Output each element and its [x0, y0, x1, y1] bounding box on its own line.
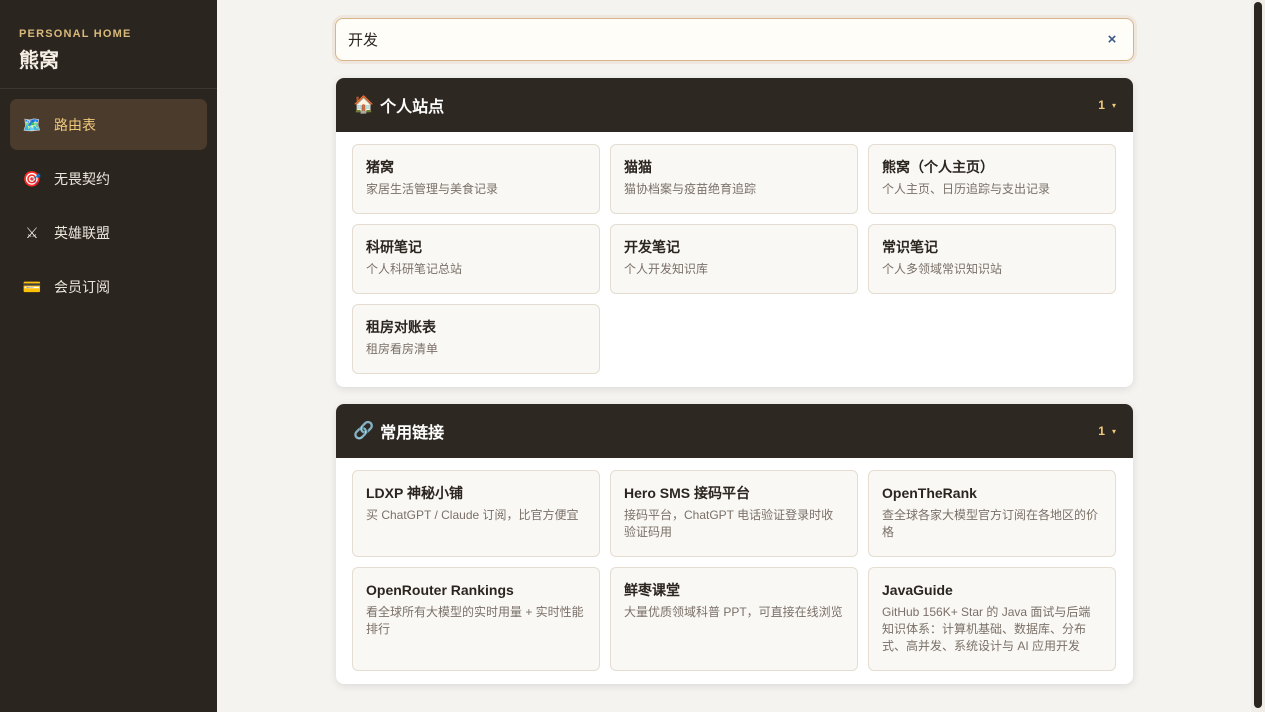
card-title: Hero SMS 接码平台 — [624, 485, 751, 501]
section-title: 个人站点 — [380, 99, 445, 116]
sidebar-nav: 🗺️ 路由表 🎯 无畏契约 ⚔ 英雄联盟 💳 会员订阅 — [0, 89, 217, 312]
card-title: 熊窝（个人主页） — [882, 159, 994, 175]
site-card[interactable]: 科研笔记 个人科研笔记总站 — [352, 224, 600, 294]
section-personal-sites: 🏠 个人站点 1 ▾ 猪窝 家居生活管理与美食记录 猫猫 猫协档案与疫苗绝育追踪… — [336, 78, 1133, 387]
caret-down-icon[interactable]: ▾ — [1112, 427, 1116, 436]
card-grid: 猪窝 家居生活管理与美食记录 猫猫 猫协档案与疫苗绝育追踪 熊窝（个人主页） 个… — [336, 132, 1133, 387]
target-icon: 🎯 — [22, 170, 42, 188]
link-icon: 🔗 — [353, 421, 375, 440]
scrollbar[interactable] — [1251, 0, 1265, 712]
search-box: × — [335, 18, 1134, 61]
link-card[interactable]: JavaGuide GitHub 156K+ Star 的 Java 面试与后端… — [868, 567, 1116, 671]
card-description: 个人科研笔记总站 — [366, 262, 463, 276]
section-title: 常用链接 — [380, 425, 445, 442]
link-card[interactable]: LDXP 神秘小铺 买 ChatGPT / Claude 订阅，比官方便宜 — [352, 470, 600, 557]
card-title: 租房对账表 — [366, 319, 436, 335]
card-title: 猫猫 — [624, 159, 652, 175]
card-description: 接码平台，ChatGPT 电话验证登录时收验证码用 — [624, 508, 834, 539]
brand-title: 熊窝 — [19, 50, 59, 72]
card-description: 看全球所有大模型的实时用量 + 实时性能排行 — [366, 605, 584, 636]
card-description: 猫协档案与疫苗绝育追踪 — [624, 182, 757, 196]
search-input[interactable] — [348, 31, 1103, 48]
site-card[interactable]: 猫猫 猫协档案与疫苗绝育追踪 — [610, 144, 858, 214]
main-content: × 🏠 个人站点 1 ▾ 猪窝 家居生活管理与美食记录 猫猫 猫协档案与疫苗绝育… — [217, 0, 1251, 712]
card-description: 个人多领域常识知识站 — [882, 262, 1003, 276]
scrollbar-thumb[interactable] — [1254, 2, 1262, 708]
map-icon: 🗺️ — [22, 116, 42, 134]
sidebar-item-valorant[interactable]: 🎯 无畏契约 — [10, 153, 207, 204]
sidebar-item-subscriptions[interactable]: 💳 会员订阅 — [10, 261, 207, 312]
card-description: 租房看房清单 — [366, 342, 439, 356]
card-description: 查全球各家大模型官方订阅在各地区的价格 — [882, 508, 1099, 539]
brand-subtitle: PERSONAL HOME — [19, 28, 132, 40]
card-grid: LDXP 神秘小铺 买 ChatGPT / Claude 订阅，比官方便宜 He… — [336, 458, 1133, 684]
card-title: JavaGuide — [882, 582, 953, 598]
card-description: 个人主页、日历追踪与支出记录 — [882, 182, 1051, 196]
sidebar-item-label: 会员订阅 — [54, 278, 110, 295]
card-title: 开发笔记 — [624, 239, 680, 255]
card-title: 科研笔记 — [366, 239, 422, 255]
link-card[interactable]: Hero SMS 接码平台 接码平台，ChatGPT 电话验证登录时收验证码用 — [610, 470, 858, 557]
site-card[interactable]: 常识笔记 个人多领域常识知识站 — [868, 224, 1116, 294]
section-count-badge: 1 — [1098, 98, 1105, 112]
house-icon: 🏠 — [353, 95, 375, 114]
card-title: 常识笔记 — [882, 239, 938, 255]
site-card[interactable]: 开发笔记 个人开发知识库 — [610, 224, 858, 294]
card-description: 家居生活管理与美食记录 — [366, 182, 499, 196]
sidebar-item-routes[interactable]: 🗺️ 路由表 — [10, 99, 207, 150]
card-title: 猪窝 — [366, 159, 394, 175]
section-header[interactable]: 🏠 个人站点 1 ▾ — [336, 78, 1133, 132]
section-count-badge: 1 — [1098, 424, 1105, 438]
card-title: 鲜枣课堂 — [624, 582, 680, 598]
link-card[interactable]: OpenRouter Rankings 看全球所有大模型的实时用量 + 实时性能… — [352, 567, 600, 671]
crossed-swords-icon: ⚔ — [25, 224, 39, 242]
card-description: 买 ChatGPT / Claude 订阅，比官方便宜 — [366, 508, 579, 522]
sidebar-item-label: 无畏契约 — [54, 170, 110, 187]
sidebar-item-lol[interactable]: ⚔ 英雄联盟 — [10, 207, 207, 258]
link-card[interactable]: OpenTheRank 查全球各家大模型官方订阅在各地区的价格 — [868, 470, 1116, 557]
site-card[interactable]: 猪窝 家居生活管理与美食记录 — [352, 144, 600, 214]
section-common-links: 🔗 常用链接 1 ▾ LDXP 神秘小铺 买 ChatGPT / Claude … — [336, 404, 1133, 684]
sidebar: PERSONAL HOME 熊窝 🗺️ 路由表 🎯 无畏契约 ⚔ 英雄联盟 💳 … — [0, 0, 217, 712]
caret-down-icon[interactable]: ▾ — [1112, 101, 1116, 110]
card-title: OpenRouter Rankings — [366, 582, 514, 598]
card-title: LDXP 神秘小铺 — [366, 485, 463, 501]
card-description: GitHub 156K+ Star 的 Java 面试与后端知识体系：计算机基础… — [882, 605, 1091, 653]
sidebar-item-label: 路由表 — [54, 116, 96, 133]
section-header[interactable]: 🔗 常用链接 1 ▾ — [336, 404, 1133, 458]
card-title: OpenTheRank — [882, 485, 977, 501]
card-description: 个人开发知识库 — [624, 262, 709, 276]
link-card[interactable]: 鲜枣课堂 大量优质领域科普 PPT，可直接在线浏览 — [610, 567, 858, 671]
card-description: 大量优质领域科普 PPT，可直接在线浏览 — [624, 605, 843, 619]
sidebar-item-label: 英雄联盟 — [54, 224, 110, 241]
site-card[interactable]: 熊窝（个人主页） 个人主页、日历追踪与支出记录 — [868, 144, 1116, 214]
clear-search-icon[interactable]: × — [1103, 31, 1121, 48]
brand: PERSONAL HOME 熊窝 — [0, 0, 217, 89]
credit-card-icon: 💳 — [22, 278, 42, 296]
site-card[interactable]: 租房对账表 租房看房清单 — [352, 304, 600, 374]
